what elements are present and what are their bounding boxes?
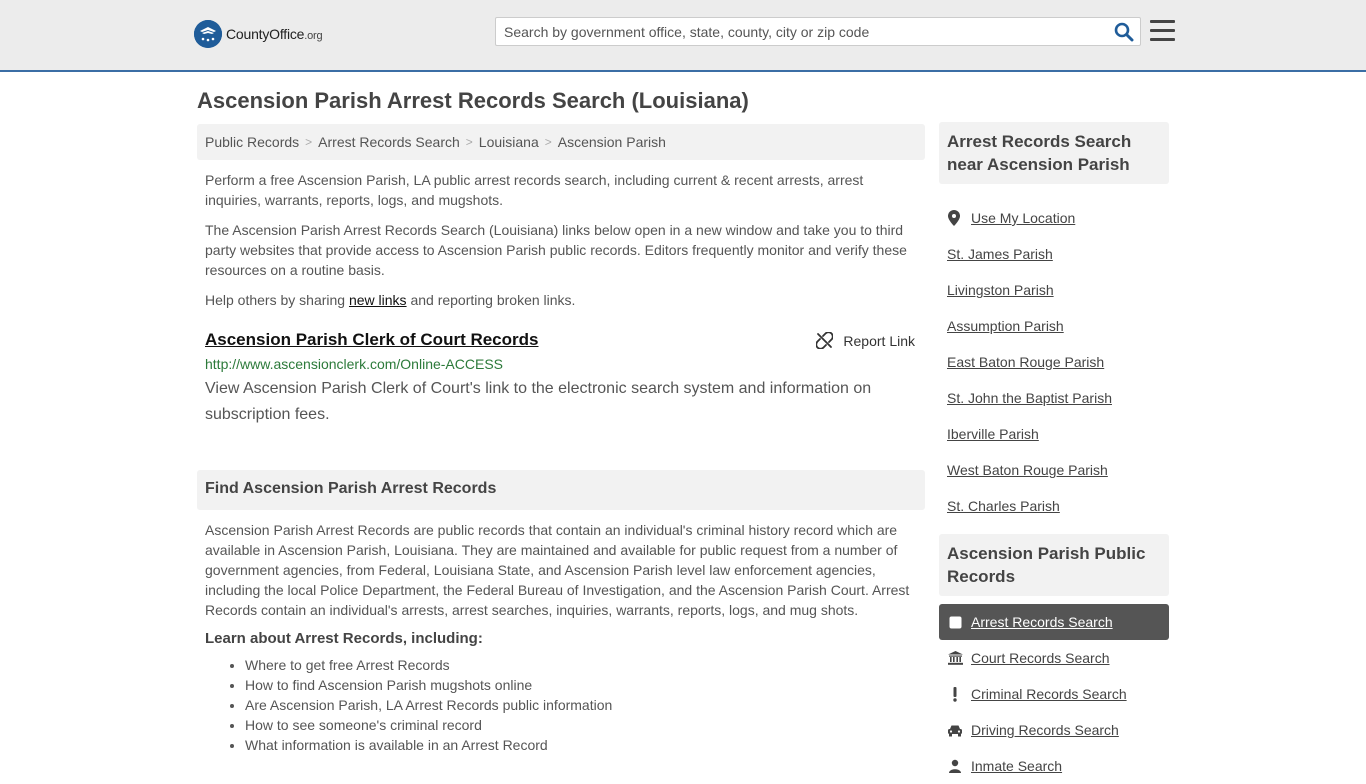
logo-name: CountyOffice [226,26,305,42]
near-link[interactable]: St. Charles Parish [947,498,1060,514]
breadcrumb: Public Records > Arrest Records Search >… [197,124,925,160]
record-description: View Ascension Parish Clerk of Court's l… [205,380,872,423]
intro-paragraph-2: The Ascension Parish Arrest Records Sear… [205,222,907,278]
intro-paragraph-3: Help others by sharing new links and rep… [197,290,925,310]
sidebar-item-label[interactable]: Inmate Search [971,758,1062,774]
sidebar: Arrest Records Search near Ascension Par… [939,122,1169,784]
new-links-link[interactable]: new links [349,292,407,308]
sidebar-item-inmate-search[interactable]: Inmate Search [939,748,1169,784]
near-link[interactable]: Iberville Parish [947,426,1039,442]
search-input[interactable] [496,18,1106,45]
breadcrumb-separator-icon: > [305,135,313,149]
search-bar [495,17,1141,46]
breadcrumb-louisiana[interactable]: Louisiana [479,134,539,150]
sidebar-item-label[interactable]: Driving Records Search [971,722,1119,738]
learn-heading: Learn about Arrest Records, including: [205,630,483,647]
near-link[interactable]: East Baton Rouge Parish [947,354,1104,370]
learn-list: Where to get free Arrest Records How to … [197,655,925,755]
logo-seal-icon [194,20,222,48]
public-records-heading: Ascension Parish Public Records [939,534,1169,596]
main-content: Public Records > Arrest Records Search >… [197,124,925,755]
near-link[interactable]: West Baton Rouge Parish [947,462,1108,478]
find-records-heading: Find Ascension Parish Arrest Records [197,470,925,510]
report-link-button[interactable]: Report Link [816,332,915,349]
near-heading: Arrest Records Search near Ascension Par… [939,122,1169,184]
breadcrumb-ascension-parish[interactable]: Ascension Parish [558,134,666,150]
sidebar-item-criminal-records[interactable]: Criminal Records Search [939,676,1169,712]
list-item: What information is available in an Arre… [245,735,925,755]
person-icon [947,759,963,773]
logo-suffix: .org [304,30,323,42]
list-item: How to find Ascension Parish mugshots on… [245,675,925,695]
intro-p3-suffix: and reporting broken links. [406,292,576,308]
sidebar-item-iberville[interactable]: Iberville Parish [939,416,1169,452]
sidebar-item-arrest-records[interactable]: Arrest Records Search [939,604,1169,640]
sidebar-item-st-charles[interactable]: St. Charles Parish [939,488,1169,524]
courthouse-icon [947,651,963,665]
list-item: How to see someone's criminal record [245,715,925,735]
sidebar-item-livingston[interactable]: Livingston Parish [939,272,1169,308]
sidebar-item-label[interactable]: Court Records Search [971,650,1110,666]
sidebar-item-st-john[interactable]: St. John the Baptist Parish [939,380,1169,416]
intro: Perform a free Ascension Parish, LA publ… [197,170,925,310]
sidebar-item-label[interactable]: Criminal Records Search [971,686,1127,702]
search-button[interactable] [1114,22,1134,42]
use-location-item[interactable]: Use My Location [939,200,1169,236]
public-records-list: Arrest Records Search Court Records Sear… [939,604,1169,784]
record-title-link[interactable]: Ascension Parish Clerk of Court Records [205,330,917,350]
near-list: Use My Location St. James Parish Livings… [939,200,1169,524]
breadcrumb-separator-icon: > [465,135,473,149]
site-header: CountyOffice.org [0,0,1366,72]
record-url[interactable]: http://www.ascensionclerk.com/Online-ACC… [205,356,917,372]
sidebar-item-driving-records[interactable]: Driving Records Search [939,712,1169,748]
use-location-link[interactable]: Use My Location [971,210,1075,226]
sidebar-item-west-baton-rouge[interactable]: West Baton Rouge Parish [939,452,1169,488]
exclamation-icon [947,686,963,702]
breadcrumb-separator-icon: > [544,135,552,149]
near-link[interactable]: Livingston Parish [947,282,1054,298]
list-item: Are Ascension Parish, LA Arrest Records … [245,695,925,715]
sidebar-item-st-james[interactable]: St. James Parish [939,236,1169,272]
sidebar-item-east-baton-rouge[interactable]: East Baton Rouge Parish [939,344,1169,380]
intro-p3-prefix: Help others by sharing [205,292,349,308]
find-records-text: Ascension Parish Arrest Records are publ… [205,522,910,618]
page-title: Ascension Parish Arrest Records Search (… [197,88,749,113]
report-link-label: Report Link [843,332,915,349]
near-link[interactable]: St. John the Baptist Parish [947,390,1112,406]
search-icon [1114,22,1134,42]
square-icon [947,616,963,629]
record-listing: Ascension Parish Clerk of Court Records … [197,330,925,428]
breadcrumb-arrest-records[interactable]: Arrest Records Search [318,134,460,150]
near-link[interactable]: Assumption Parish [947,318,1064,334]
sidebar-item-assumption[interactable]: Assumption Parish [939,308,1169,344]
site-logo[interactable]: CountyOffice.org [194,20,323,48]
sidebar-item-court-records[interactable]: Court Records Search [939,640,1169,676]
logo-wordmark: CountyOffice.org [226,26,323,42]
near-link[interactable]: St. James Parish [947,246,1053,262]
list-item: Where to get free Arrest Records [245,655,925,675]
breadcrumb-public-records[interactable]: Public Records [205,134,299,150]
location-pin-icon [948,210,960,226]
sidebar-item-label[interactable]: Arrest Records Search [971,614,1113,630]
intro-paragraph-1: Perform a free Ascension Parish, LA publ… [205,172,864,208]
menu-icon[interactable] [1150,20,1175,42]
broken-link-icon [816,332,834,349]
car-icon [947,724,963,737]
